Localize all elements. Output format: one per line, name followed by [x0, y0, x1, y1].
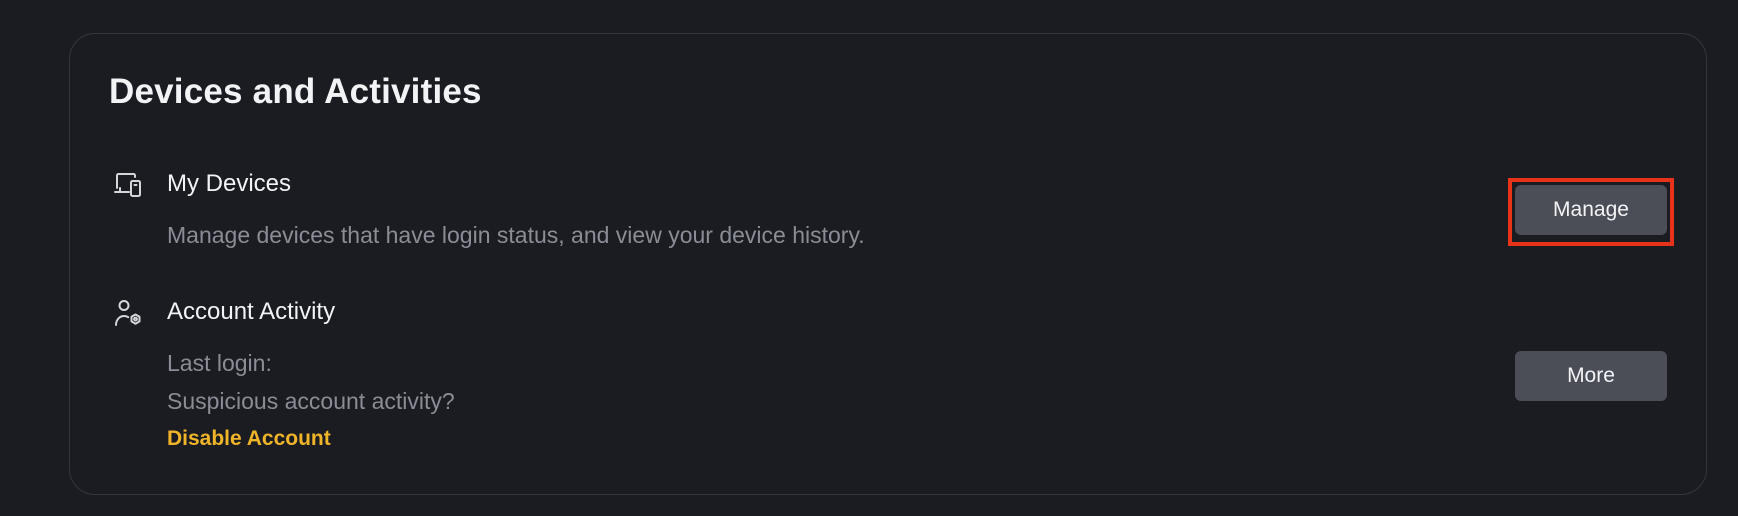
more-button[interactable]: More [1515, 351, 1667, 401]
user-settings-icon [113, 298, 143, 328]
devices-activities-card: Devices and Activities My Devices Manage… [69, 33, 1707, 495]
disable-account-link[interactable]: Disable Account [167, 425, 331, 453]
account-activity-title: Account Activity [167, 298, 336, 325]
manage-button[interactable]: Manage [1515, 185, 1667, 235]
devices-icon [113, 170, 143, 200]
my-devices-title: My Devices [167, 170, 292, 197]
my-devices-description: Manage devices that have login status, a… [167, 222, 865, 248]
section-title: Devices and Activities [109, 72, 482, 111]
suspicious-activity-prompt: Suspicious account activity? [167, 388, 455, 414]
last-login-label: Last login: [167, 350, 272, 376]
